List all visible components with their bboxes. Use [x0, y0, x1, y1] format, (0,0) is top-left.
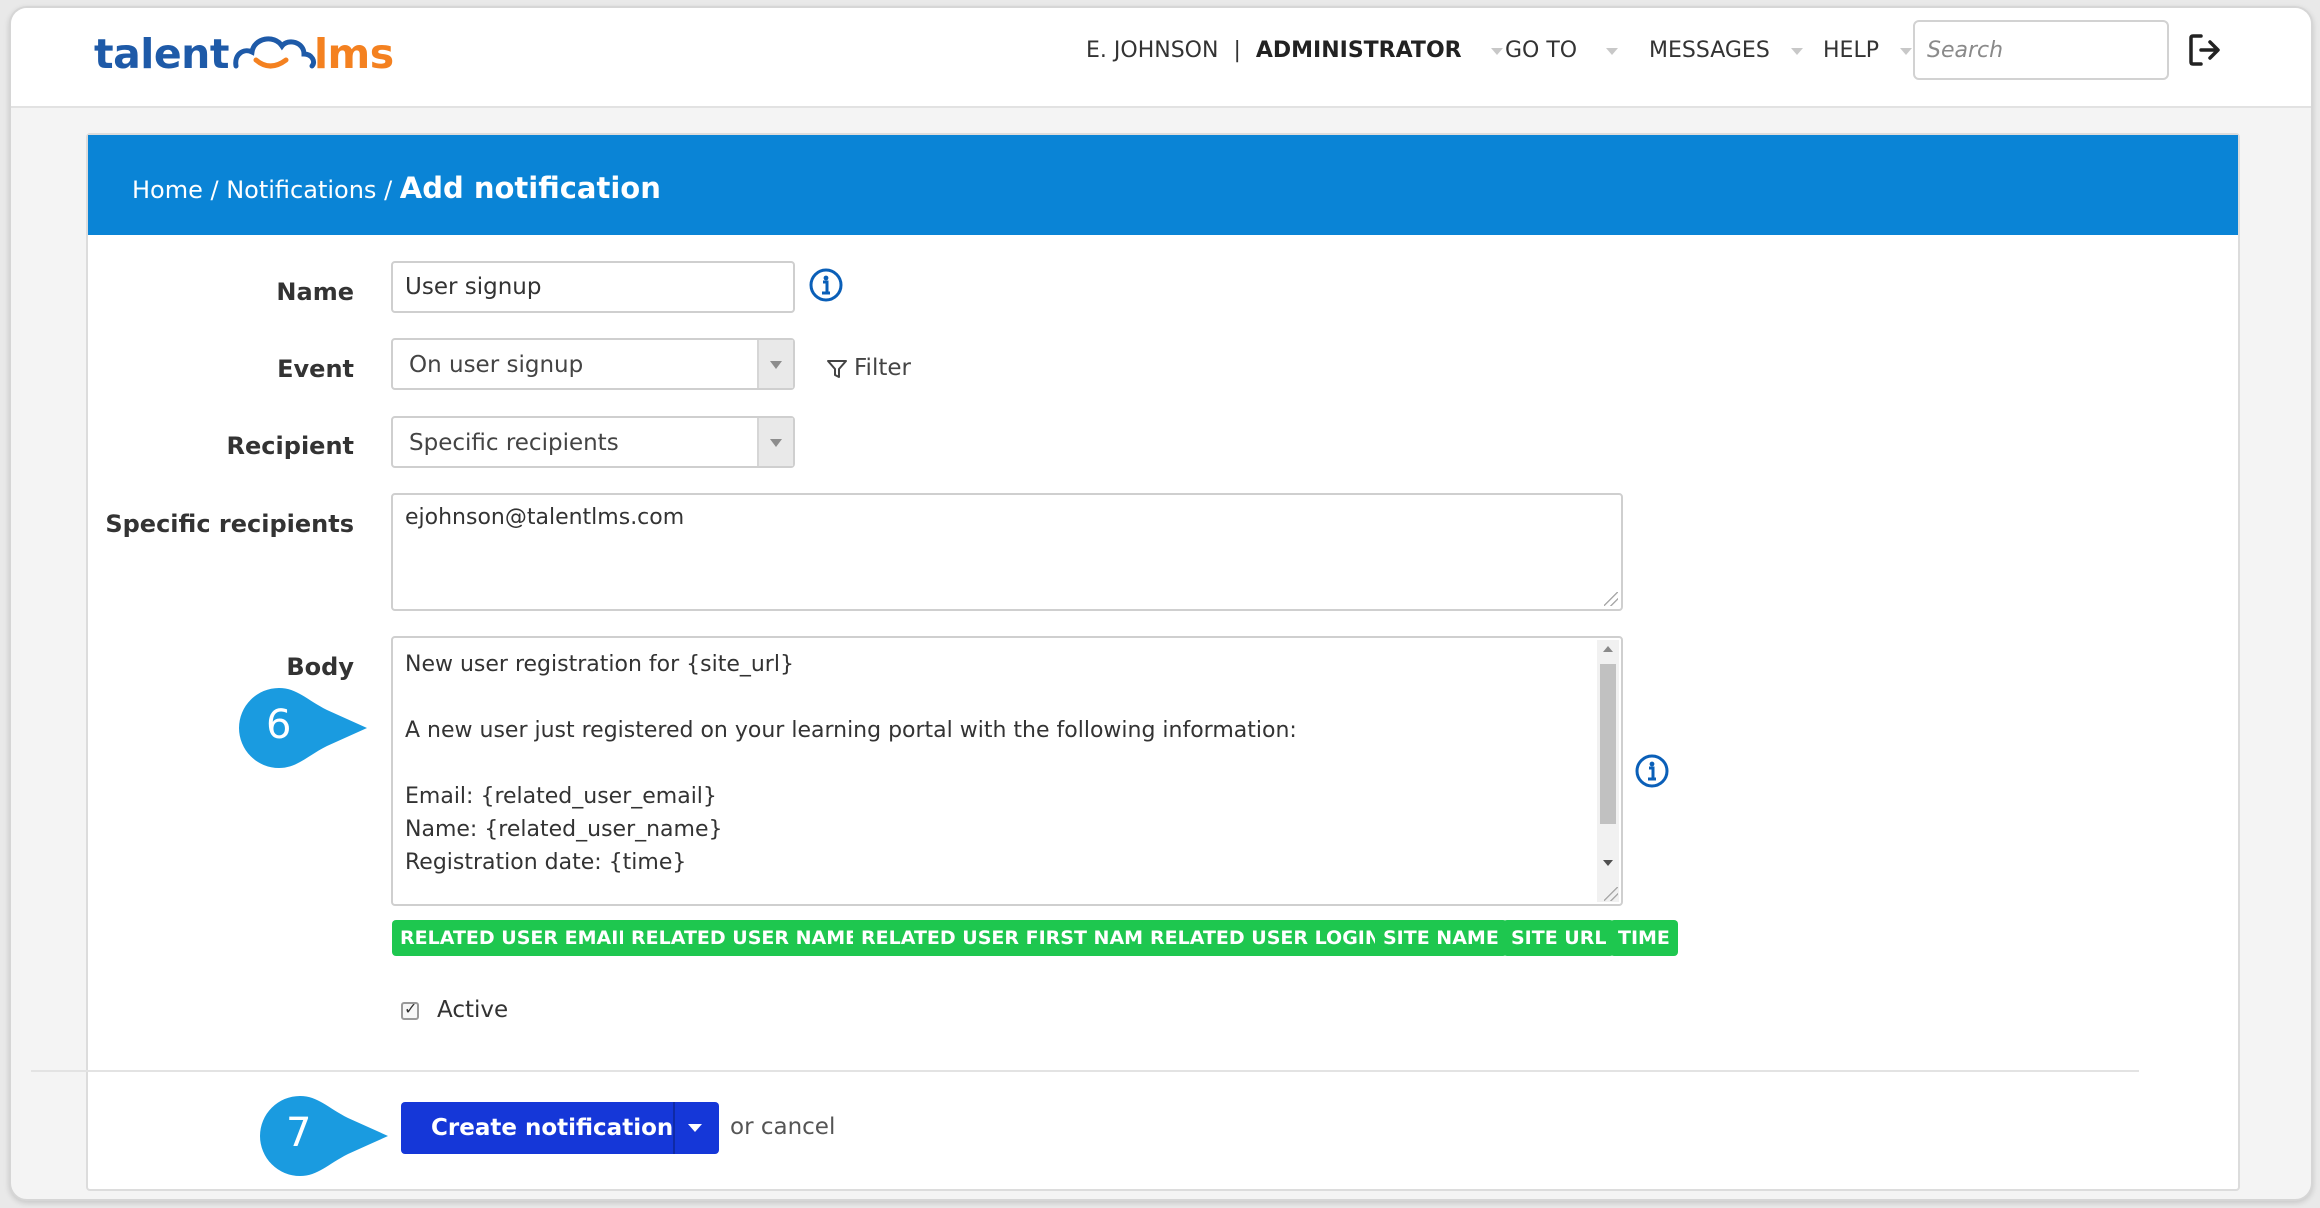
active-label: Active	[437, 997, 509, 1023]
top-navbar: talent lms E. JOHNSON | ADMINISTRATOR GO…	[11, 8, 2311, 108]
event-label: Event	[277, 355, 354, 383]
breadcrumb-notifications[interactable]: Notifications	[226, 176, 376, 204]
recipient-select[interactable]: Specific recipients	[391, 416, 795, 468]
tag-related-user-name[interactable]: RELATED USER NAME	[623, 920, 867, 956]
nav-help-label: HELP	[1823, 38, 1879, 63]
cancel-link[interactable]: or cancel	[730, 1114, 835, 1140]
step-marker-7-number: 7	[286, 1110, 312, 1156]
user-role: ADMINISTRATOR	[1255, 38, 1462, 63]
specific-recipients-value: ejohnson@talentlms.com	[405, 505, 685, 530]
nav-goto-label: GO TO	[1505, 38, 1578, 63]
body-value: New user registration for {site_url} A n…	[405, 652, 1297, 875]
scroll-up-arrow-icon[interactable]	[1603, 646, 1613, 652]
tag-related-user-email[interactable]: RELATED USER EMAIL	[392, 920, 639, 956]
resize-grip-icon[interactable]	[1604, 887, 1618, 901]
cloud-logo-icon	[233, 36, 317, 69]
breadcrumb-separator: /	[376, 176, 400, 204]
panel-header: Home / Notifications / Add notification	[88, 135, 2238, 235]
specific-recipients-label: Specific recipients	[105, 510, 354, 538]
info-icon[interactable]	[808, 267, 844, 303]
chevron-down-icon	[1790, 47, 1803, 55]
search-input[interactable]	[1913, 20, 2169, 80]
recipient-select-value: Specific recipients	[409, 430, 619, 456]
event-select-value: On user signup	[409, 352, 584, 378]
create-notification-button[interactable]: Create notification	[401, 1102, 719, 1154]
breadcrumb-home[interactable]: Home	[132, 176, 203, 204]
body-textarea[interactable]: New user registration for {site_url} A n…	[391, 636, 1623, 906]
chevron-down-icon	[1606, 47, 1619, 55]
chevron-down-icon	[757, 418, 793, 466]
name-label: Name	[276, 278, 354, 306]
recipient-label: Recipient	[226, 432, 354, 460]
nav-messages[interactable]: MESSAGES	[1649, 38, 1803, 63]
filter-icon	[827, 359, 847, 378]
app-window: talent lms E. JOHNSON | ADMINISTRATOR GO…	[9, 6, 2313, 1201]
info-icon[interactable]	[1634, 753, 1670, 789]
form-divider	[31, 1070, 2139, 1072]
logo-word-talent: talent	[94, 30, 229, 78]
button-divider	[673, 1102, 675, 1154]
chevron-down-icon	[1490, 47, 1503, 55]
body-scrollbar[interactable]	[1597, 640, 1619, 902]
nav-goto[interactable]: GO TO	[1505, 38, 1619, 63]
tag-related-user-first-name[interactable]: RELATED USER FIRST NAME	[853, 920, 1165, 956]
name-input[interactable]	[391, 261, 795, 313]
step-marker-6	[239, 688, 367, 768]
scroll-down-arrow-icon[interactable]	[1603, 860, 1613, 866]
chevron-down-icon[interactable]	[688, 1124, 702, 1132]
tag-site-url[interactable]: SITE URL	[1503, 920, 1615, 956]
specific-recipients-textarea[interactable]: ejohnson@talentlms.com	[391, 493, 1623, 611]
body-label: Body	[286, 653, 354, 681]
chevron-down-icon	[757, 340, 793, 388]
step-marker-7	[260, 1096, 388, 1176]
user-menu[interactable]: E. JOHNSON | ADMINISTRATOR	[1086, 38, 1503, 63]
event-select[interactable]: On user signup	[391, 338, 795, 390]
create-notification-label: Create notification	[431, 1115, 674, 1141]
filter-button[interactable]: Filter	[826, 355, 911, 381]
step-marker-6-number: 6	[266, 702, 292, 748]
nav-help[interactable]: HELP	[1823, 38, 1912, 63]
sign-out-icon[interactable]	[2187, 32, 2223, 68]
active-checkbox[interactable]	[401, 999, 419, 1020]
logo-word-lms: lms	[314, 30, 394, 78]
filter-label: Filter	[854, 355, 911, 381]
breadcrumb-separator: /	[202, 176, 227, 204]
user-name: E. JOHNSON	[1086, 38, 1219, 63]
breadcrumb: Home / Notifications / Add notification	[132, 171, 661, 205]
tag-time[interactable]: TIME	[1610, 920, 1678, 956]
nav-messages-label: MESSAGES	[1649, 38, 1770, 63]
page-title: Add notification	[399, 171, 661, 205]
tag-site-name[interactable]: SITE NAME	[1375, 920, 1507, 956]
user-separator: |	[1233, 38, 1241, 63]
scroll-thumb[interactable]	[1600, 664, 1616, 824]
resize-grip-icon[interactable]	[1604, 592, 1618, 606]
tag-related-user-login[interactable]: RELATED USER LOGIN	[1142, 920, 1389, 956]
chevron-down-icon	[1899, 47, 1912, 55]
